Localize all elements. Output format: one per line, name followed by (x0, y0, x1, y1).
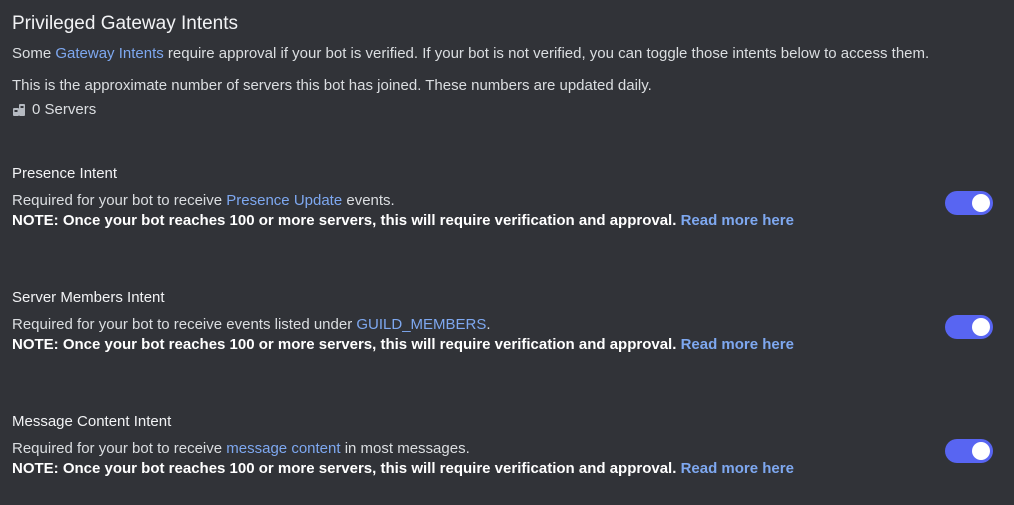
intent-description: Required for your bot to receive events … (12, 316, 491, 333)
message-content-link[interactable]: message content (226, 440, 340, 457)
intent-note-text: NOTE: Once your bot reaches 100 or more … (12, 336, 681, 353)
description-prefix: Some (12, 45, 56, 62)
read-more-link[interactable]: Read more here (681, 336, 794, 353)
gateway-intents-link[interactable]: Gateway Intents (55, 45, 163, 62)
server-count-label: 0 Servers (32, 101, 97, 118)
message-content-intent: Message Content Intent Required for your… (12, 413, 1002, 493)
presence-intent: Presence Intent Required for your bot to… (12, 165, 1002, 245)
presence-update-link[interactable]: Presence Update (226, 192, 342, 209)
section-title: Privileged Gateway Intents (12, 13, 239, 34)
approx-servers-text: This is the approximate number of server… (12, 77, 652, 94)
intent-note: NOTE: Once your bot reaches 100 or more … (12, 460, 794, 477)
intent-desc-suffix: events. (342, 192, 395, 209)
intent-title: Presence Intent (12, 165, 118, 182)
guild-members-link[interactable]: GUILD_MEMBERS (356, 316, 486, 333)
read-more-link[interactable]: Read more here (681, 460, 794, 477)
toggle-knob (972, 318, 990, 336)
servers-icon (13, 103, 25, 116)
toggle-knob (972, 194, 990, 212)
server-count: 0 Servers (12, 101, 96, 118)
toggle-knob (972, 442, 990, 460)
intent-desc-suffix: in most messages. (340, 440, 470, 457)
intent-description: Required for your bot to receive message… (12, 440, 470, 457)
read-more-link[interactable]: Read more here (681, 212, 794, 229)
message-content-intent-toggle[interactable] (945, 439, 993, 463)
description-suffix: require approval if your bot is verified… (163, 45, 930, 62)
intent-title: Server Members Intent (12, 289, 165, 306)
intent-note: NOTE: Once your bot reaches 100 or more … (12, 212, 794, 229)
intent-description: Required for your bot to receive Presenc… (12, 192, 395, 209)
section-description: Some Gateway Intents require approval if… (12, 45, 929, 62)
intent-desc-suffix: . (486, 316, 491, 333)
server-members-intent-toggle[interactable] (945, 315, 993, 339)
intent-title: Message Content Intent (12, 413, 172, 430)
intent-desc-prefix: Required for your bot to receive (12, 192, 227, 209)
intent-note-text: NOTE: Once your bot reaches 100 or more … (12, 460, 681, 477)
intent-desc-prefix: Required for your bot to receive (12, 440, 227, 457)
intent-note-text: NOTE: Once your bot reaches 100 or more … (12, 212, 681, 229)
presence-intent-toggle[interactable] (945, 191, 993, 215)
intent-desc-prefix: Required for your bot to receive events … (12, 316, 357, 333)
server-members-intent: Server Members Intent Required for your … (12, 289, 1002, 369)
intent-note: NOTE: Once your bot reaches 100 or more … (12, 336, 794, 353)
